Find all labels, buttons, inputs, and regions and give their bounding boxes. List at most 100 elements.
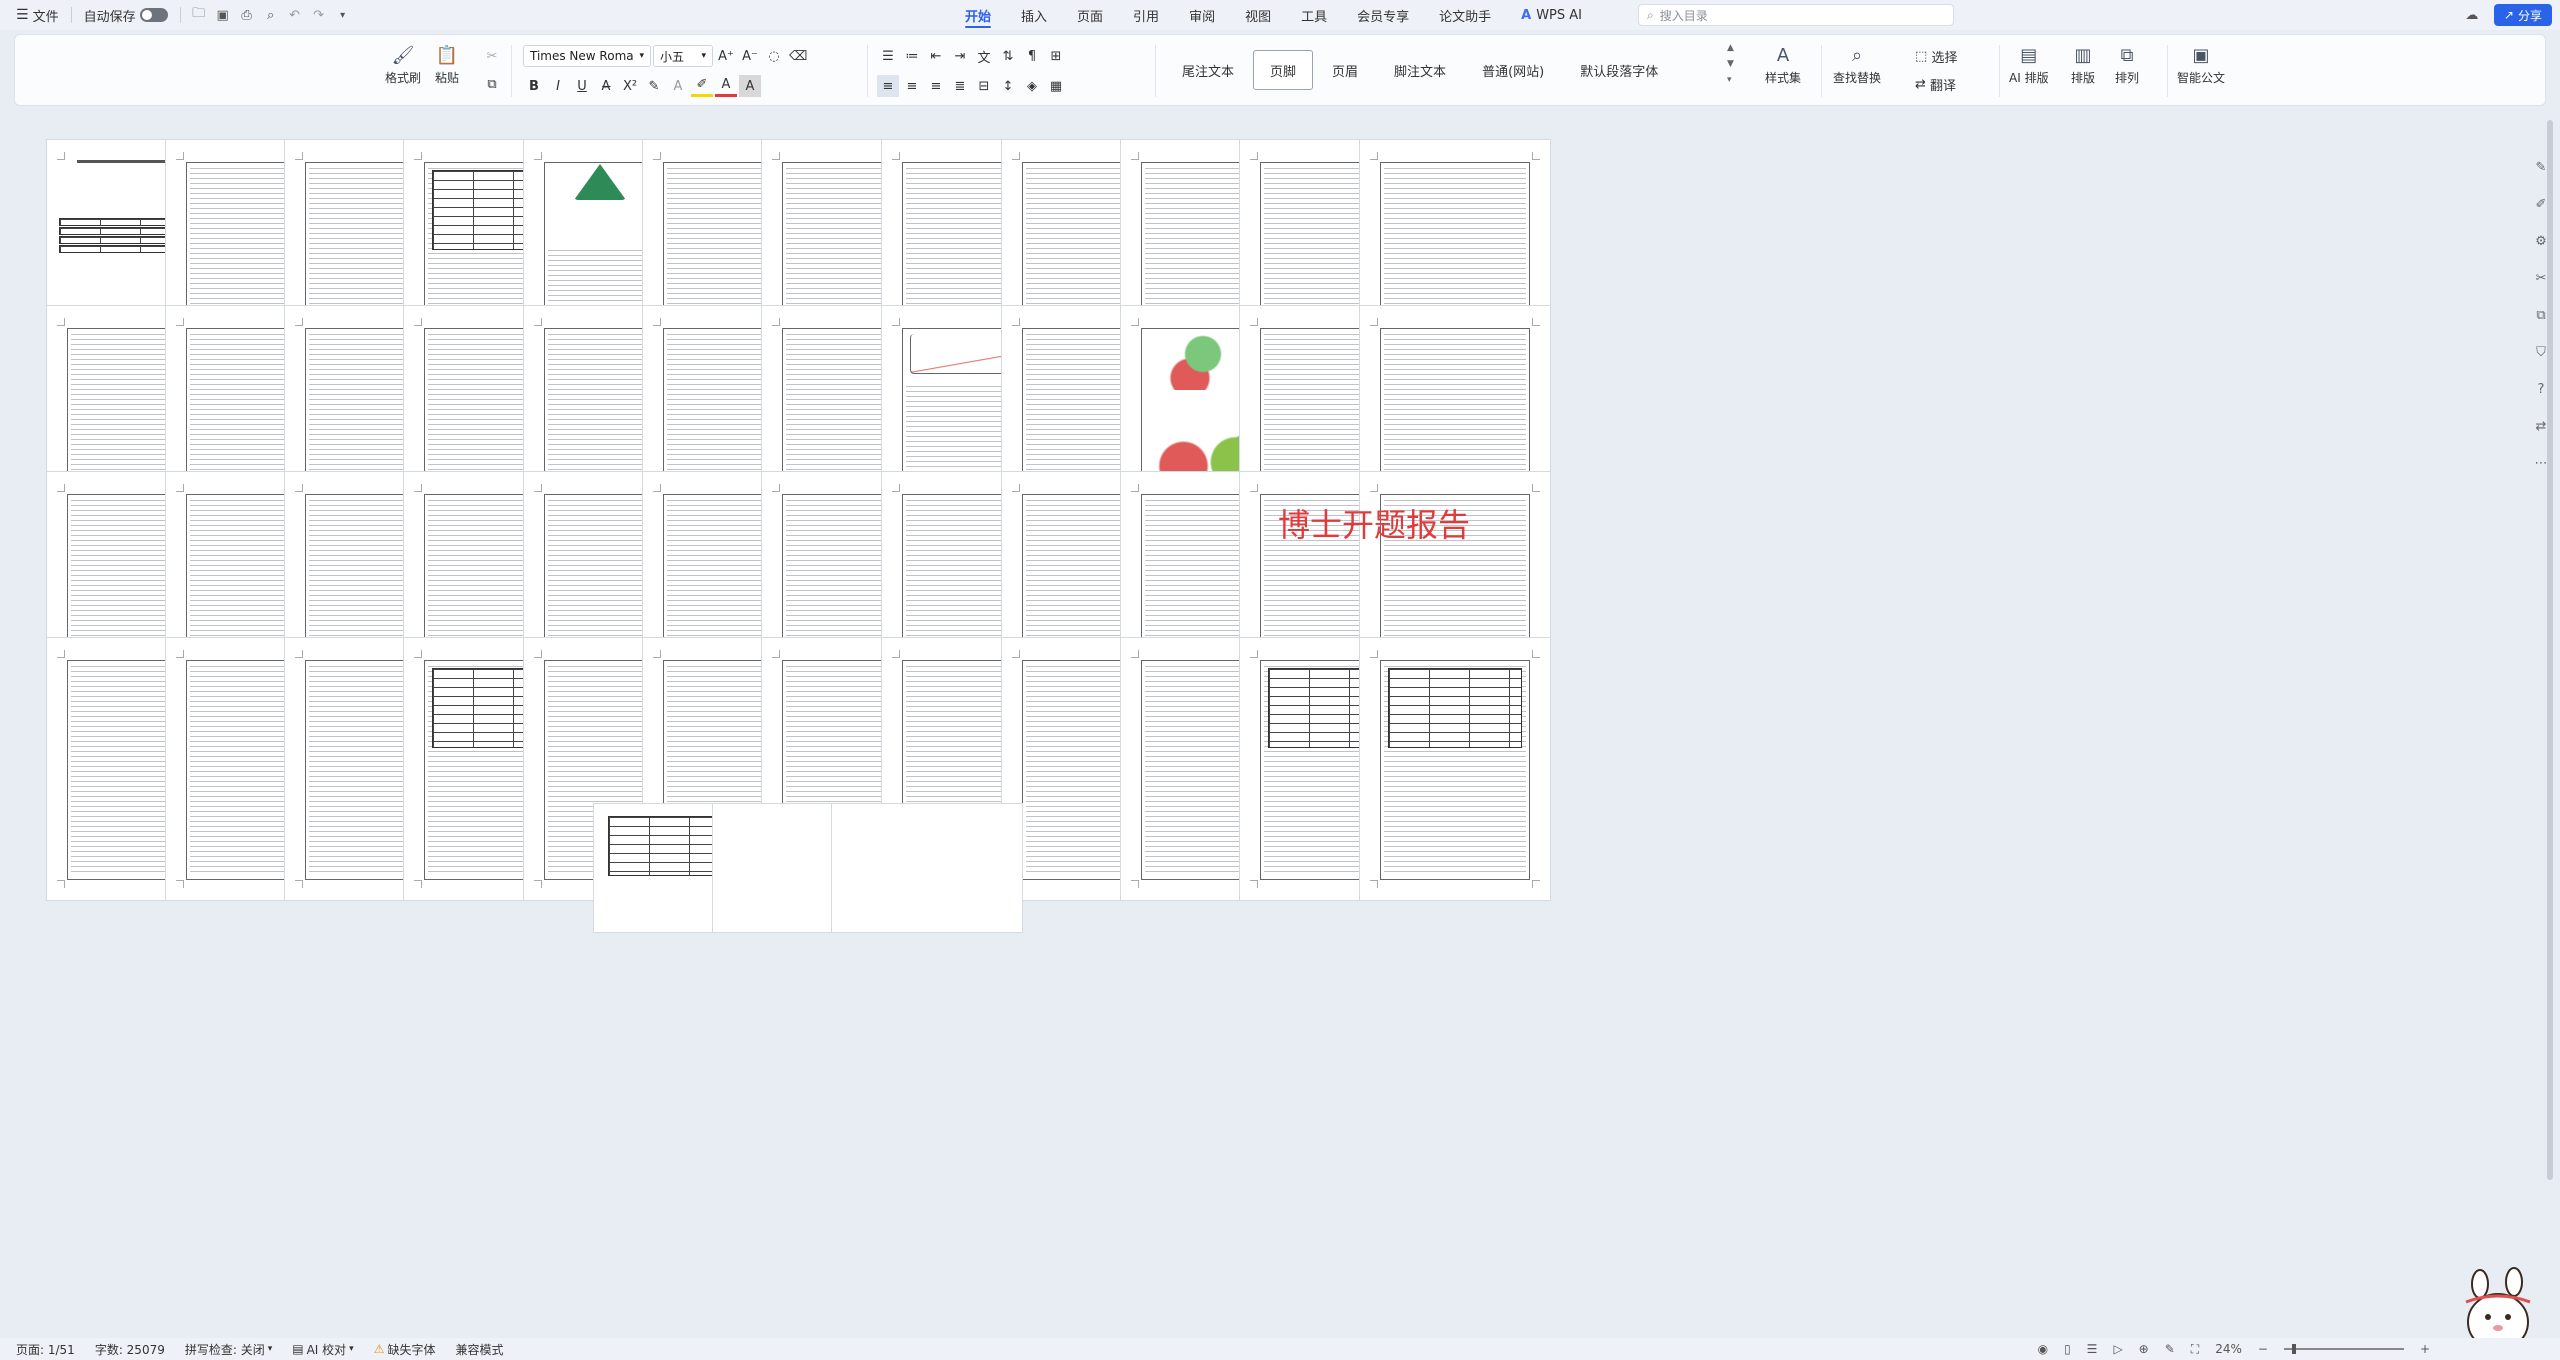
justify-icon[interactable]: ≣ xyxy=(949,75,971,97)
chevron-down-icon[interactable]: ▼ xyxy=(1727,59,1734,69)
smart-doc-button[interactable]: ▣ 智能公文 xyxy=(2177,41,2225,86)
tab-references[interactable]: 引用 xyxy=(1118,0,1174,30)
zoom-in-icon[interactable]: + xyxy=(2420,1342,2430,1356)
select-button[interactable]: ⬚ 选择 xyxy=(1913,45,1959,67)
char-shading-icon[interactable]: A xyxy=(739,75,761,97)
clear-format-icon[interactable]: ◌ xyxy=(763,45,785,67)
style-set-button[interactable]: A 样式集 xyxy=(1765,41,1801,86)
arrange-button[interactable]: ⧉ 排列 xyxy=(2113,41,2141,86)
share-button[interactable]: ↗ 分享 xyxy=(2493,4,2552,26)
open-file-icon[interactable]: 🗀 xyxy=(187,3,211,27)
style-footer[interactable]: 页脚 xyxy=(1253,50,1314,90)
shading-icon[interactable]: ◈ xyxy=(1021,75,1043,97)
align-right-icon[interactable]: ≡ xyxy=(925,75,947,97)
read-view-icon[interactable]: ▷ xyxy=(2113,1342,2122,1356)
main-menu-button[interactable]: ☰ 文件 xyxy=(10,3,65,27)
tools-icon[interactable]: ✂ xyxy=(2536,271,2547,286)
bullet-list-icon[interactable]: ☰ xyxy=(877,45,899,67)
strikethrough-icon[interactable]: A̶ xyxy=(595,75,617,97)
style-endnote-text[interactable]: 尾注文本 xyxy=(1165,50,1251,90)
tab-member[interactable]: 会员专享 xyxy=(1342,0,1424,30)
style-footnote-text[interactable]: 脚注文本 xyxy=(1377,50,1463,90)
undo-icon[interactable]: ↶ xyxy=(283,3,307,27)
fit-icon[interactable]: ⛶ xyxy=(2191,1342,2199,1357)
tab-tools[interactable]: 工具 xyxy=(1286,0,1342,30)
pen-icon[interactable]: ✐ xyxy=(2536,197,2547,212)
settings-icon[interactable]: ⚙ xyxy=(2535,234,2547,249)
italic-icon[interactable]: I xyxy=(547,75,569,97)
ai-check-button[interactable]: ▤ AI 校对 ▾ xyxy=(292,1341,353,1358)
shrink-font-icon[interactable]: A⁻ xyxy=(739,45,761,67)
tab-insert[interactable]: 插入 xyxy=(1006,0,1062,30)
zoom-out-icon[interactable]: − xyxy=(2258,1342,2268,1356)
superscript-icon[interactable]: X² xyxy=(619,75,641,97)
ai-layout-button[interactable]: ▤ AI 排版 xyxy=(2009,41,2049,86)
format-painter-button[interactable]: 🖌 格式刷 xyxy=(385,41,421,86)
borders-icon[interactable]: ⊞ xyxy=(1045,45,1067,67)
expand-gallery-icon[interactable]: ▾ xyxy=(1727,75,1734,85)
web-view-icon[interactable]: ⊕ xyxy=(2139,1342,2149,1356)
text-effect-icon[interactable]: ✎ xyxy=(643,75,665,97)
zoom-level[interactable]: 24% xyxy=(2215,1342,2242,1356)
pen-icon[interactable]: ✎ xyxy=(2165,1342,2175,1356)
highlight-icon[interactable]: ✐ xyxy=(691,75,713,97)
numbered-list-icon[interactable]: ≔ xyxy=(901,45,923,67)
style-default-font[interactable]: 默认段落字体 xyxy=(1563,50,1675,90)
chevron-down-icon[interactable]: ▾ xyxy=(331,3,355,27)
redo-icon[interactable]: ↷ xyxy=(307,3,331,27)
sort-icon[interactable]: ⇅ xyxy=(997,45,1019,67)
font-name-select[interactable]: Times New Roma ▾ xyxy=(523,45,651,67)
font-size-select[interactable]: 小五 ▾ xyxy=(653,45,713,67)
increase-indent-icon[interactable]: ⇥ xyxy=(949,45,971,67)
print-icon[interactable]: ⎙ xyxy=(235,3,259,27)
bold-icon[interactable]: B xyxy=(523,75,545,97)
page-indicator[interactable]: 页面: 1/51 xyxy=(16,1341,75,1358)
document-canvas[interactable] xyxy=(0,110,2540,1338)
page-thumbnail[interactable] xyxy=(1360,638,1550,900)
copy-icon[interactable]: ⧉ xyxy=(481,73,503,95)
tab-thesis-assistant[interactable]: 论文助手 xyxy=(1424,0,1506,30)
table-border-icon[interactable]: ▦ xyxy=(1045,75,1067,97)
align-left-icon[interactable]: ≡ xyxy=(877,75,899,97)
chinese-layout-icon[interactable]: 文 xyxy=(973,45,995,67)
tab-review[interactable]: 审阅 xyxy=(1174,0,1230,30)
page-view-icon[interactable]: ▯ xyxy=(2064,1342,2071,1356)
layers-icon[interactable]: ⧉ xyxy=(2536,308,2545,323)
translate-button[interactable]: ⇄ 翻译 xyxy=(1913,73,1958,95)
underline-icon[interactable]: U xyxy=(571,75,593,97)
word-count[interactable]: 字数: 25079 xyxy=(95,1341,165,1358)
paste-button[interactable]: 📋 粘贴 xyxy=(433,41,461,86)
edit-icon[interactable]: ✎ xyxy=(2536,160,2547,175)
show-marks-icon[interactable]: ¶ xyxy=(1021,45,1043,67)
eye-icon[interactable]: ◉ xyxy=(2038,1342,2048,1356)
text-effect-icon[interactable]: A xyxy=(667,75,689,97)
tab-wps-ai[interactable]: A WPS AI xyxy=(1506,0,1597,30)
font-color-icon[interactable]: A xyxy=(715,75,737,97)
shield-icon[interactable]: ⛉ xyxy=(2536,345,2546,360)
cut-icon[interactable]: ✂ xyxy=(481,45,503,67)
tab-view[interactable]: 视图 xyxy=(1230,0,1286,30)
style-normal-web[interactable]: 普通(网站) xyxy=(1465,50,1561,90)
page-thumbnail[interactable] xyxy=(832,804,1022,932)
grow-font-icon[interactable]: A⁺ xyxy=(715,45,737,67)
print-preview-icon[interactable]: ⌕ xyxy=(259,3,283,27)
spell-check-status[interactable]: 拼写检查: 关闭 ▾ xyxy=(185,1341,272,1358)
find-replace-button[interactable]: ⌕ 查找替换 xyxy=(1833,41,1881,86)
outline-view-icon[interactable]: ☰ xyxy=(2087,1342,2098,1356)
tab-home[interactable]: 开始 xyxy=(950,0,1006,30)
autosave-switch[interactable] xyxy=(139,8,168,22)
style-header[interactable]: 页眉 xyxy=(1315,50,1375,90)
chevron-up-icon[interactable]: ▲ xyxy=(1727,43,1734,53)
decrease-indent-icon[interactable]: ⇤ xyxy=(925,45,947,67)
cloud-sync-icon[interactable]: ☁ xyxy=(2460,3,2484,27)
help-icon[interactable]: ? xyxy=(2538,382,2545,397)
more-icon[interactable]: ⋯ xyxy=(2535,456,2548,471)
save-icon[interactable]: ▣ xyxy=(211,3,235,27)
eraser-icon[interactable]: ⌫ xyxy=(787,45,809,67)
tab-page[interactable]: 页面 xyxy=(1062,0,1118,30)
zoom-slider[interactable] xyxy=(2283,1344,2404,1354)
translate-icon[interactable]: ⇄ xyxy=(2536,419,2547,434)
layout-button[interactable]: ▥ 排版 xyxy=(2069,41,2097,86)
autosave-toggle[interactable]: 自动保存 xyxy=(78,3,174,27)
search-input[interactable]: ⌕ 搜入目录 xyxy=(1638,4,1954,26)
